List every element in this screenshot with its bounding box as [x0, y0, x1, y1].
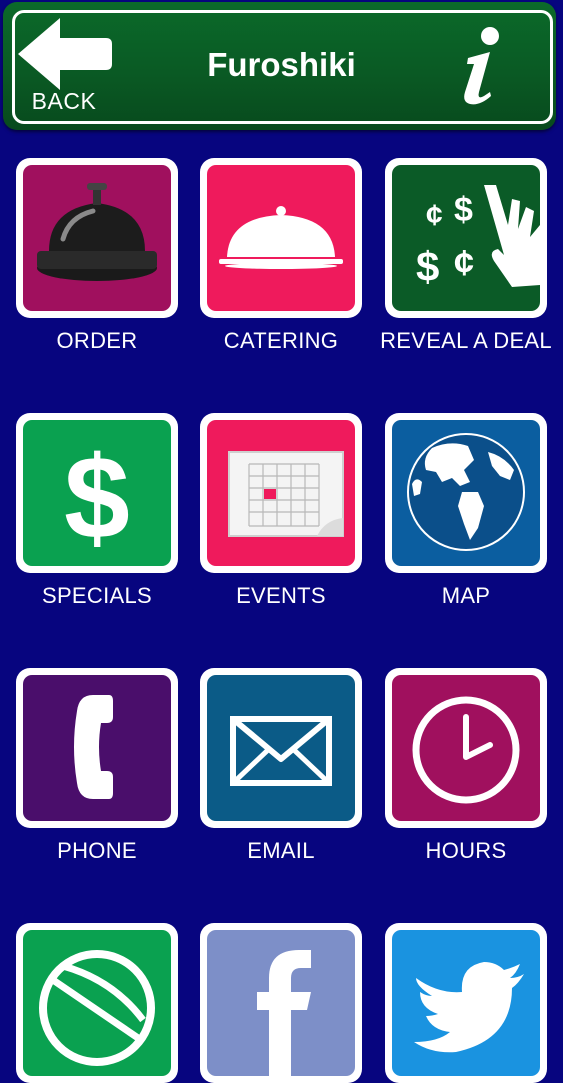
- tile-website[interactable]: [16, 923, 178, 1083]
- globe-icon: [407, 433, 525, 551]
- tile-background: [207, 930, 355, 1076]
- svg-text:$: $: [454, 191, 473, 229]
- svg-text:$: $: [64, 432, 130, 564]
- tile-specials[interactable]: $ SPECIALS: [16, 413, 178, 608]
- service-bell-icon: [37, 183, 157, 281]
- tile-order[interactable]: ORDER: [16, 158, 178, 353]
- tile-background: [23, 930, 171, 1076]
- twitter-icon: [414, 962, 524, 1053]
- serving-cloche-icon: [219, 206, 343, 269]
- svg-text:¢: ¢: [426, 199, 443, 232]
- clock-icon: [412, 696, 520, 804]
- tile-email[interactable]: EMAIL: [200, 668, 362, 863]
- dollar-sign-icon: $: [64, 432, 130, 564]
- website-globe-icon: [39, 950, 155, 1066]
- info-icon: [464, 27, 499, 105]
- tile-catering[interactable]: CATERING: [200, 158, 362, 353]
- tile-background: [392, 930, 540, 1076]
- svg-text:¢: ¢: [454, 242, 474, 283]
- app-header: BACK Furoshiki: [0, 0, 563, 133]
- facebook-icon: [257, 950, 311, 1076]
- tile-hours[interactable]: HOURS: [385, 668, 547, 863]
- tile-background: [23, 675, 171, 821]
- tile-phone[interactable]: PHONE: [16, 668, 178, 863]
- info-button[interactable]: [454, 22, 514, 110]
- tile-background: [207, 165, 355, 311]
- tile-events[interactable]: EVENTS: [200, 413, 362, 608]
- tile-reveal-a-deal[interactable]: ¢ $ $ ¢ REVEAL A DEAL: [380, 158, 552, 353]
- tile-label: MAP: [441, 583, 491, 608]
- tile-background: [207, 675, 355, 821]
- tile-facebook[interactable]: [200, 923, 362, 1083]
- tile-label: HOURS: [425, 838, 507, 863]
- tile-background: [207, 420, 355, 566]
- envelope-icon: [230, 716, 332, 786]
- calendar-icon: [228, 451, 344, 537]
- tile-background: [23, 165, 171, 311]
- tile-background: [392, 420, 540, 566]
- phone-icon: [74, 695, 113, 799]
- scratch-dollars-icon: ¢ $ $ ¢: [416, 185, 540, 290]
- tile-background: [392, 675, 540, 821]
- page-title: Furoshiki: [207, 46, 356, 83]
- tile-label: REVEAL A DEAL: [380, 328, 552, 353]
- tile-map[interactable]: MAP: [385, 413, 547, 608]
- tile-twitter[interactable]: [385, 923, 547, 1083]
- back-button[interactable]: BACK: [14, 14, 114, 118]
- tile-background: $: [23, 420, 171, 566]
- back-label: BACK: [31, 88, 97, 114]
- tile-background: ¢ $ $ ¢: [392, 165, 540, 311]
- svg-text:$: $: [416, 243, 439, 290]
